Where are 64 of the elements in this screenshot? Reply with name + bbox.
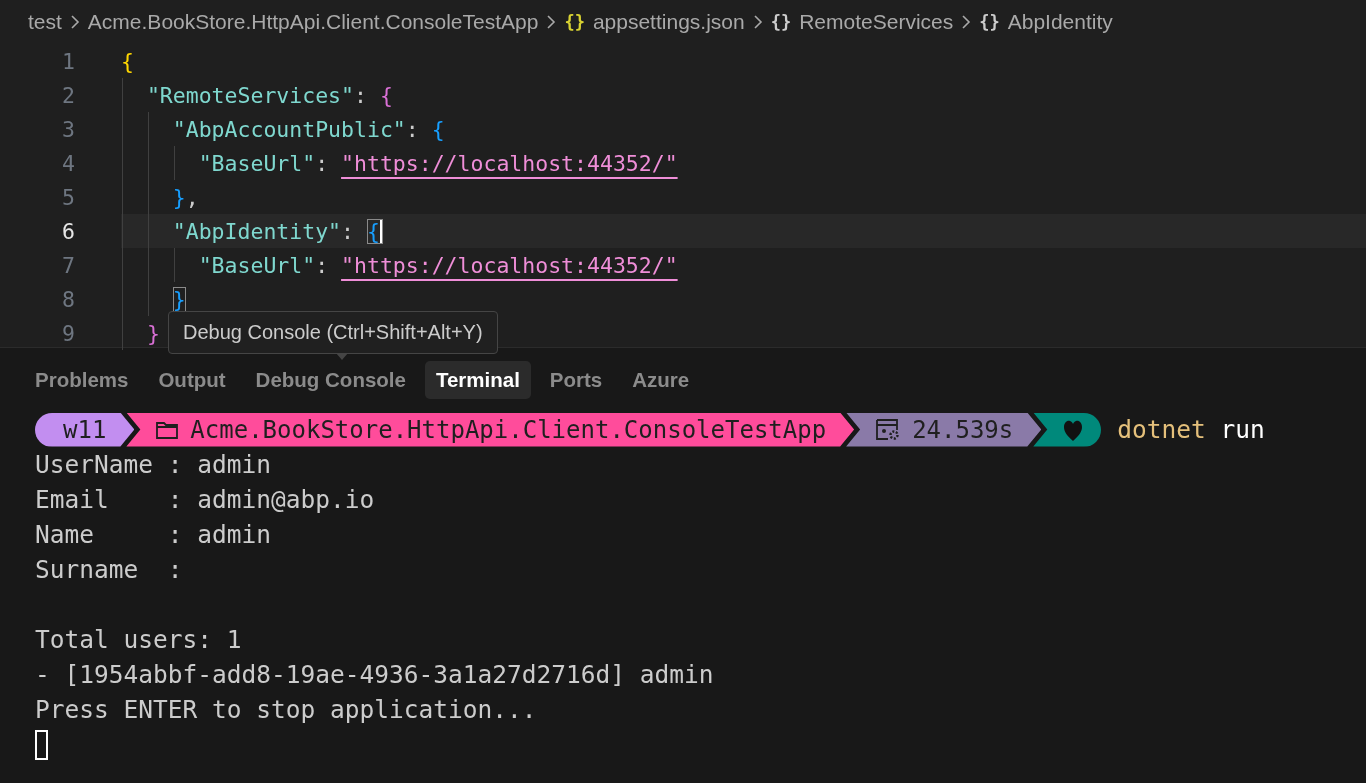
line-number: 7 (61, 252, 75, 278)
panel-tab[interactable]: Terminal (424, 361, 531, 399)
code-token: } (146, 320, 160, 346)
line-number: 4 (61, 150, 75, 176)
code-token: } (172, 286, 186, 312)
url-string: "https://localhost:44352/" (341, 150, 678, 176)
line-number: 5 (61, 184, 75, 210)
line-number: 8 (61, 286, 75, 312)
command-name: dotnet (1117, 415, 1206, 444)
url-string: "https://localhost:44352/" (341, 252, 678, 278)
panel-tab[interactable]: Problems (24, 361, 140, 399)
code-token: { (431, 116, 445, 142)
chevron-right-icon (961, 15, 972, 29)
panel-tab[interactable]: Azure (621, 361, 701, 399)
panel-tab[interactable]: Output (147, 361, 237, 399)
json-key: "AbpIdentity" (172, 218, 342, 244)
chevron-right-icon (752, 15, 763, 29)
code-token: : (315, 150, 330, 176)
terminal-cursor (35, 730, 48, 760)
code-token: : (405, 116, 420, 142)
json-file-icon: {} (564, 12, 585, 32)
json-key: "BaseUrl" (198, 150, 316, 176)
line-number: 2 (61, 82, 75, 108)
code-token: , (185, 184, 199, 210)
code-token: { (379, 82, 393, 108)
tooltip: Debug Console (Ctrl+Shift+Alt+Y) (168, 311, 498, 354)
line-number: 1 (61, 48, 75, 74)
code-token: : (354, 82, 368, 108)
prompt-segment: 24.539s (846, 412, 1042, 447)
folder-icon (156, 420, 179, 439)
terminal-output-line: Press ENTER to stop application... (35, 694, 538, 726)
chevron-right-icon (69, 15, 80, 29)
line-number: 6 (61, 218, 75, 244)
breadcrumb-item[interactable]: appsettings.json (592, 10, 745, 34)
tooltip-pointer (336, 353, 348, 360)
command-argument: run (1220, 415, 1265, 444)
json-key: "RemoteServices" (146, 82, 354, 108)
panel-tab[interactable]: Ports (538, 361, 614, 399)
object-icon: {} (770, 12, 792, 32)
code-token: { (121, 48, 134, 74)
terminal-output-line: UserName : admin (35, 449, 272, 481)
terminal-output-line: Email : admin@abp.io (35, 484, 376, 516)
breadcrumb-item[interactable]: test (28, 10, 62, 34)
prompt-segment: w11 (35, 412, 135, 447)
code-token: : (315, 252, 330, 278)
breadcrumb-item[interactable]: AbpIdentity (1007, 10, 1113, 34)
terminal-output-line: Surname : (35, 554, 184, 586)
json-key: "AbpAccountPublic" (172, 116, 406, 142)
breadcrumb-item[interactable]: RemoteServices (799, 10, 954, 34)
line-number: 3 (61, 116, 75, 142)
line-number: 9 (61, 320, 75, 346)
prompt-segment: Acme.BookStore.HttpApi.Client.ConsoleTestApp (126, 412, 855, 447)
json-key: "BaseUrl" (198, 252, 316, 278)
code-token: : (341, 218, 355, 244)
chevron-right-icon (546, 15, 557, 29)
object-icon: {} (979, 12, 1000, 32)
terminal-output-line: Total users: 1 (35, 624, 243, 656)
code-token: } (172, 184, 186, 210)
code-token: { (366, 218, 383, 244)
terminal-output-line: - [1954abbf-add8-19ae-4936-3a1a27d2716d] admin (35, 659, 715, 691)
window-gear-icon (876, 418, 901, 441)
terminal-output-line: Name : admin (35, 519, 272, 551)
breadcrumb-item[interactable]: Acme.BookStore.HttpApi.Client.ConsoleTestApp (87, 10, 539, 34)
panel-tab[interactable]: Debug Console (244, 361, 417, 399)
